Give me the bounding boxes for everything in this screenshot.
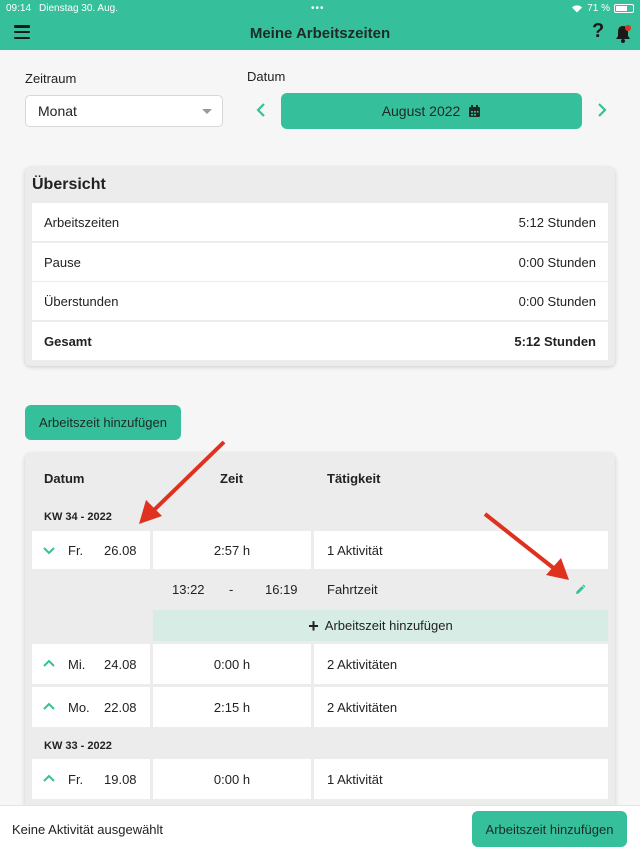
plus-icon: + (308, 615, 319, 636)
date: 19.08 (104, 772, 137, 787)
inline-add-label: Arbeitszeit hinzufügen (324, 618, 453, 633)
week-label: KW 33 - 2022 (44, 740, 112, 752)
zeitraum-select[interactable]: Monat (25, 95, 223, 127)
menu-icon[interactable] (14, 25, 30, 39)
overview-label: Pause (44, 254, 81, 270)
overview-title: Übersicht (32, 176, 106, 193)
chevron-up-icon[interactable] (43, 702, 55, 710)
multitasking-dots-icon: ••• (311, 3, 325, 14)
calendar-icon (469, 104, 481, 117)
wifi-icon (572, 4, 583, 12)
overview-row: Überstunden 0:00 Stunden (32, 282, 608, 320)
bell-icon[interactable] (614, 24, 632, 44)
detail-activity: Fahrtzeit (327, 582, 378, 597)
status-bar: 09:14 Dienstag 30. Aug. ••• 71 % (0, 0, 640, 16)
date: 26.08 (104, 543, 137, 558)
overview-value: 0:00 Stunden (518, 254, 596, 270)
activity-cell: 1 Aktivität (314, 759, 608, 799)
date-value: August 2022 (381, 103, 461, 119)
column-header-date: Datum (44, 471, 85, 486)
overview-row-total: Gesamt 5:12 Stunden (32, 322, 608, 360)
weekday: Fr. (68, 772, 84, 787)
week-label: KW 34 - 2022 (44, 511, 112, 523)
caret-down-icon (202, 109, 212, 114)
overview-value: 0:00 Stunden (518, 293, 596, 309)
overview-row: Arbeitszeiten 5:12 Stunden (32, 203, 608, 241)
column-header-time: Zeit (220, 471, 244, 486)
overview-label: Überstunden (44, 293, 119, 309)
pencil-icon[interactable] (574, 584, 586, 596)
detail-end-time: 16:19 (265, 582, 298, 597)
activity-cell: 1 Aktivität (314, 531, 608, 569)
overview-label: Gesamt (44, 333, 92, 349)
chevron-right-icon[interactable] (595, 100, 609, 120)
date-picker-button[interactable]: August 2022 (281, 93, 582, 129)
weekday: Mi. (68, 657, 86, 672)
activity-cell: 2 Aktivitäten (314, 644, 608, 684)
battery-percent: 71 % (587, 2, 610, 14)
overview-row: Pause 0:00 Stunden (32, 243, 608, 281)
zeitraum-value: Monat (38, 103, 77, 119)
overview-value: 5:12 Stunden (518, 214, 596, 230)
detail-separator: - (229, 582, 234, 597)
chevron-down-icon[interactable] (43, 547, 55, 555)
duration-cell: 2:15 h (153, 687, 311, 727)
chevron-left-icon[interactable] (254, 100, 268, 120)
overview-label: Arbeitszeiten (44, 214, 120, 230)
battery-icon (614, 3, 634, 13)
page-title: Meine Arbeitszeiten (249, 24, 391, 42)
column-header-activity: Tätigkeit (327, 471, 381, 486)
datum-label: Datum (247, 69, 286, 84)
bottom-add-worktime-button[interactable]: Arbeitszeit hinzufügen (472, 811, 627, 847)
weekday: Fr. (68, 543, 84, 558)
help-icon[interactable]: ? (592, 20, 604, 43)
detail-start-time: 13:22 (172, 582, 205, 597)
duration-cell: 0:00 h (153, 759, 311, 799)
duration-cell: 0:00 h (153, 644, 311, 684)
add-worktime-button[interactable]: Arbeitszeit hinzufügen (25, 405, 181, 440)
selection-status: Keine Aktivität ausgewählt (12, 822, 164, 837)
app-header: Meine Arbeitszeiten ? (0, 16, 640, 50)
date: 22.08 (104, 700, 137, 715)
duration-cell: 2:57 h (153, 531, 311, 569)
status-time: 09:14 (6, 2, 32, 14)
chevron-up-icon[interactable] (43, 659, 55, 667)
date: 24.08 (104, 657, 137, 672)
inline-add-worktime-button[interactable]: + Arbeitszeit hinzufügen (153, 610, 608, 641)
overview-value: 5:12 Stunden (514, 333, 596, 349)
chevron-up-icon[interactable] (43, 774, 55, 782)
weekday: Mo. (68, 700, 90, 715)
zeitraum-label: Zeitraum (25, 71, 77, 86)
activity-cell: 2 Aktivitäten (314, 687, 608, 727)
status-date: Dienstag 30. Aug. (39, 2, 118, 14)
